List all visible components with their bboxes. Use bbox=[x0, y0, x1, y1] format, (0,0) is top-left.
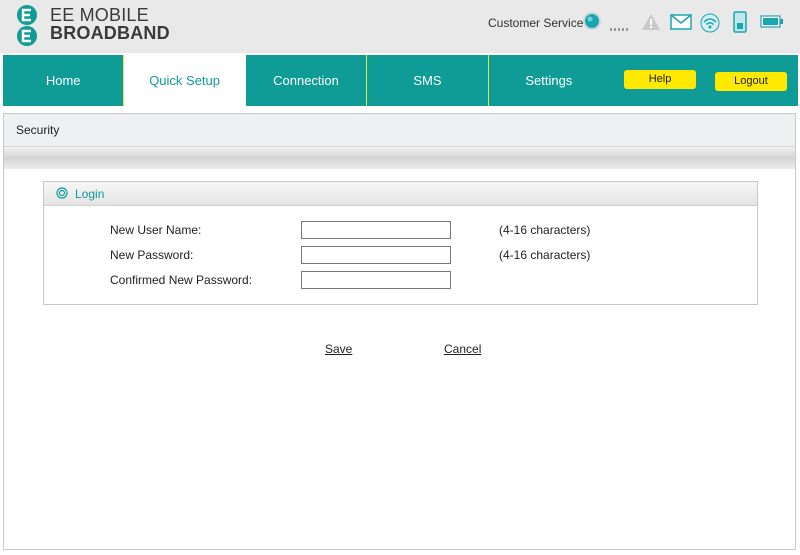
header: EE MOBILE BROADBAND Customer Service bbox=[0, 0, 800, 53]
brand-line1: EE MOBILE bbox=[50, 5, 149, 25]
new-username-input[interactable] bbox=[301, 221, 451, 239]
panel-title: Login bbox=[75, 187, 105, 201]
panel-header[interactable]: Login bbox=[44, 182, 757, 206]
battery-icon bbox=[760, 15, 783, 28]
new-password-label: New Password: bbox=[110, 248, 194, 262]
new-username-label: New User Name: bbox=[110, 223, 202, 237]
brand-name: EE MOBILE BROADBAND bbox=[50, 6, 170, 42]
tab-connection[interactable]: Connection bbox=[245, 55, 368, 106]
signal-strength-icon bbox=[610, 28, 628, 31]
customer-service-link[interactable]: Customer Service bbox=[488, 16, 583, 30]
help-button[interactable]: Help bbox=[624, 70, 696, 89]
new-username-hint: (4-16 characters) bbox=[499, 223, 591, 237]
new-password-input[interactable] bbox=[301, 246, 451, 264]
login-panel: Login New User Name: (4-16 characters) N… bbox=[43, 181, 758, 305]
tab-home[interactable]: Home bbox=[3, 55, 125, 106]
ee-logo-icon bbox=[17, 5, 37, 46]
save-button[interactable]: Save bbox=[325, 342, 352, 356]
tab-settings[interactable]: Settings bbox=[488, 55, 610, 106]
main-nav: Home Quick Setup Connection SMS Settings bbox=[3, 55, 610, 106]
main-content: Security Login New User Name: (4-16 char… bbox=[3, 113, 796, 550]
tab-label: Home bbox=[45, 73, 81, 88]
section-header: Security bbox=[4, 114, 795, 147]
brand-line2: BROADBAND bbox=[50, 23, 170, 43]
divider-bar bbox=[4, 147, 795, 169]
section-title: Security bbox=[16, 123, 60, 137]
new-password-hint: (4-16 characters) bbox=[499, 248, 591, 262]
confirm-password-input[interactable] bbox=[301, 271, 451, 289]
tab-label: Connection bbox=[273, 73, 339, 88]
cancel-button[interactable]: Cancel bbox=[444, 342, 481, 356]
connection-status-icon bbox=[583, 12, 601, 30]
tab-sms[interactable]: SMS bbox=[367, 55, 489, 106]
tab-label: Quick Setup bbox=[149, 73, 221, 88]
logout-button[interactable]: Logout bbox=[715, 72, 787, 91]
collapse-ring-icon bbox=[56, 187, 68, 199]
sim-card-icon bbox=[733, 11, 747, 33]
tab-label: SMS bbox=[413, 73, 442, 88]
tab-quick-setup[interactable]: Quick Setup bbox=[124, 55, 246, 106]
nav-actions: Help Logout bbox=[609, 55, 798, 106]
tab-label: Settings bbox=[525, 73, 573, 88]
confirm-password-label: Confirmed New Password: bbox=[110, 273, 253, 287]
message-icon[interactable] bbox=[670, 14, 692, 30]
warning-icon[interactable] bbox=[641, 13, 661, 31]
wifi-icon[interactable] bbox=[700, 13, 720, 33]
